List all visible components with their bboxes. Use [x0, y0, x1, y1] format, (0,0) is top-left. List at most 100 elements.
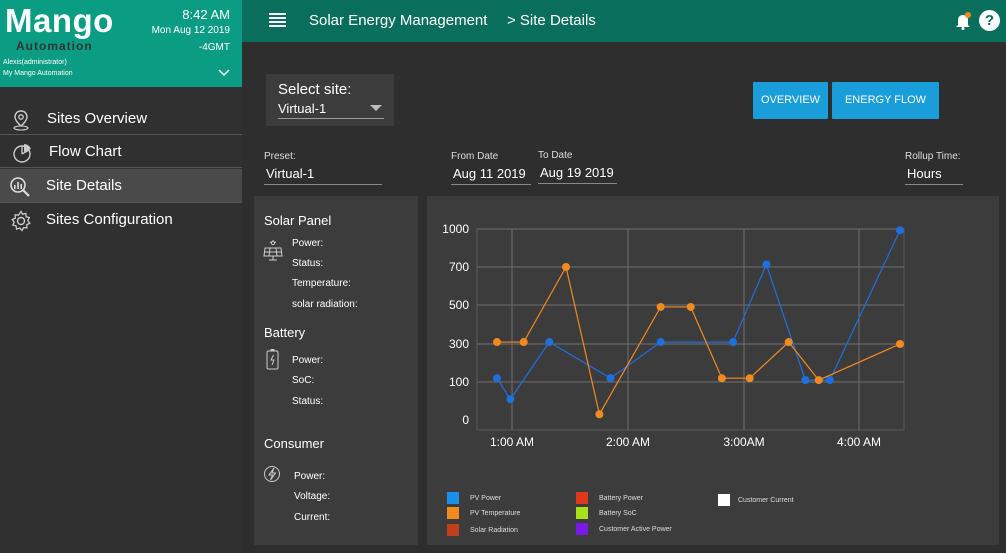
sidebar-item-label: Site Details [46, 177, 122, 194]
rollup-value[interactable]: Hours [905, 164, 963, 185]
solar-status-label: Status: [292, 258, 324, 269]
series-line [497, 265, 901, 416]
bell-icon[interactable] [954, 12, 972, 30]
sidebar-item-site-details[interactable]: Site Details [0, 169, 242, 203]
solar-panel-icon [263, 240, 283, 262]
data-point [686, 302, 695, 311]
site-info-panel: Solar Panel Power: Status: Temperature: … [254, 196, 418, 545]
data-point [493, 338, 501, 347]
site-select-label: Select site: [278, 81, 352, 98]
legend-label: PV Temperature [470, 510, 521, 517]
to-date-label: To Date [538, 150, 573, 161]
top-header: Solar Energy Management > Site Details ? [242, 0, 1006, 42]
overview-button[interactable]: OVERVIEW [753, 82, 828, 119]
preset-label: Preset: [264, 151, 296, 162]
clock-timezone: -4GMT [198, 42, 230, 53]
solar-radiation-label: solar radiation: [292, 299, 358, 310]
x-tick-label: 3:00AM [723, 435, 764, 449]
legend-label: Customer Current [738, 497, 794, 504]
legend-swatch [447, 492, 459, 504]
data-point [745, 374, 754, 383]
data-point [562, 263, 571, 271]
data-point [656, 302, 665, 311]
from-date-field[interactable]: From Date Aug 11 2019 [451, 151, 531, 185]
data-point [606, 374, 615, 383]
consumer-current-label: Current: [294, 512, 331, 523]
chart-panel: 0 100 300 500 700 1000 1:00 AM 2:00 AM 3:00AM 4:0… [427, 196, 999, 545]
y-tick-label: 1000 [442, 222, 469, 236]
help-icon[interactable]: ? [979, 10, 1000, 31]
user-name[interactable]: Alexis(administrator) [3, 59, 67, 66]
y-tick-label: 100 [449, 375, 469, 389]
data-point [762, 260, 771, 269]
data-point [656, 338, 665, 347]
data-point [801, 376, 810, 385]
from-date-value[interactable]: Aug 11 2019 [451, 164, 531, 185]
to-date-field[interactable]: To Date Aug 19 2019 [538, 150, 617, 184]
x-tick-label: 4:00 AM [837, 435, 881, 449]
brand-logo: Mango [5, 2, 114, 39]
sidebar-item-label: Flow Chart [49, 143, 122, 160]
data-point [896, 340, 904, 348]
battery-status-label: Status: [292, 396, 324, 407]
chevron-down-icon[interactable] [218, 66, 230, 80]
sidebar-item-sites-configuration[interactable]: Sites Configuration [0, 203, 242, 236]
legend-swatch [576, 507, 588, 519]
legend-swatch [447, 524, 459, 536]
data-point [814, 376, 823, 385]
brand-header: Mango Automation 8:42 AM Mon Aug 12 2019… [0, 0, 242, 87]
sidebar: Mango Automation 8:42 AM Mon Aug 12 2019… [0, 0, 242, 553]
legend-label: Solar Radiation [470, 527, 518, 534]
data-point [506, 395, 515, 404]
sidebar-item-label: Sites Configuration [46, 211, 173, 228]
gear-icon [10, 210, 32, 232]
lightning-icon [263, 464, 283, 486]
app-title[interactable]: Solar Energy Management [309, 12, 487, 29]
clock-time: 8:42 AM [182, 7, 230, 22]
workspace-name[interactable]: My Mango Automation [3, 70, 73, 77]
data-point [784, 338, 793, 347]
legend-label: Battery Power [599, 495, 643, 502]
breadcrumb: > Site Details [507, 12, 596, 29]
y-tick-label: 0 [462, 413, 469, 427]
x-tick-label: 2:00 AM [606, 435, 650, 449]
dropdown-arrow-icon[interactable] [370, 105, 382, 111]
y-tick-label: 500 [449, 298, 469, 312]
preset-field[interactable]: Preset: Virtual-1 [264, 151, 382, 185]
legend-label: PV Power [470, 495, 502, 502]
data-point [493, 374, 501, 383]
rollup-field[interactable]: Rollup Time: Hours [905, 151, 963, 185]
site-select-value[interactable]: Virtual-1 [278, 101, 384, 119]
battery-icon [263, 348, 283, 370]
brand-subtitle: Automation [16, 39, 93, 53]
consumer-power-label: Power: [294, 471, 326, 482]
plot-frame [476, 228, 905, 431]
legend-label: Battery SoC [599, 510, 637, 517]
preset-value[interactable]: Virtual-1 [264, 164, 382, 185]
site-select[interactable]: Select site: Virtual-1 [266, 74, 394, 126]
sidebar-item-flow-chart[interactable]: Flow Chart [0, 135, 242, 168]
line-chart[interactable]: 0 100 300 500 700 1000 1:00 AM 2:00 AM 3:00AM 4:0… [427, 196, 999, 466]
pie-chart-icon [12, 142, 34, 164]
x-tick-label: 1:00 AM [490, 435, 534, 449]
consumer-title: Consumer [264, 436, 324, 451]
data-point [545, 338, 554, 347]
solar-panel-title: Solar Panel [264, 213, 332, 228]
clock-date: Mon Aug 12 2019 [151, 25, 230, 36]
to-date-value[interactable]: Aug 19 2019 [538, 163, 617, 184]
magnify-chart-icon [9, 176, 31, 198]
battery-title: Battery [264, 325, 306, 340]
data-point [519, 338, 528, 347]
y-tick-label: 700 [449, 260, 469, 274]
legend-swatch [576, 492, 588, 504]
battery-power-label: Power: [292, 355, 324, 366]
map-pin-icon [10, 109, 32, 131]
energy-flow-button[interactable]: ENERGY FLOW [832, 82, 939, 119]
legend-swatch [718, 494, 730, 506]
legend-swatch [576, 523, 588, 535]
menu-icon[interactable] [269, 13, 286, 27]
data-point [896, 226, 904, 235]
sidebar-item-sites-overview[interactable]: Sites Overview [0, 102, 242, 135]
data-point [595, 410, 604, 419]
data-point [717, 374, 726, 383]
